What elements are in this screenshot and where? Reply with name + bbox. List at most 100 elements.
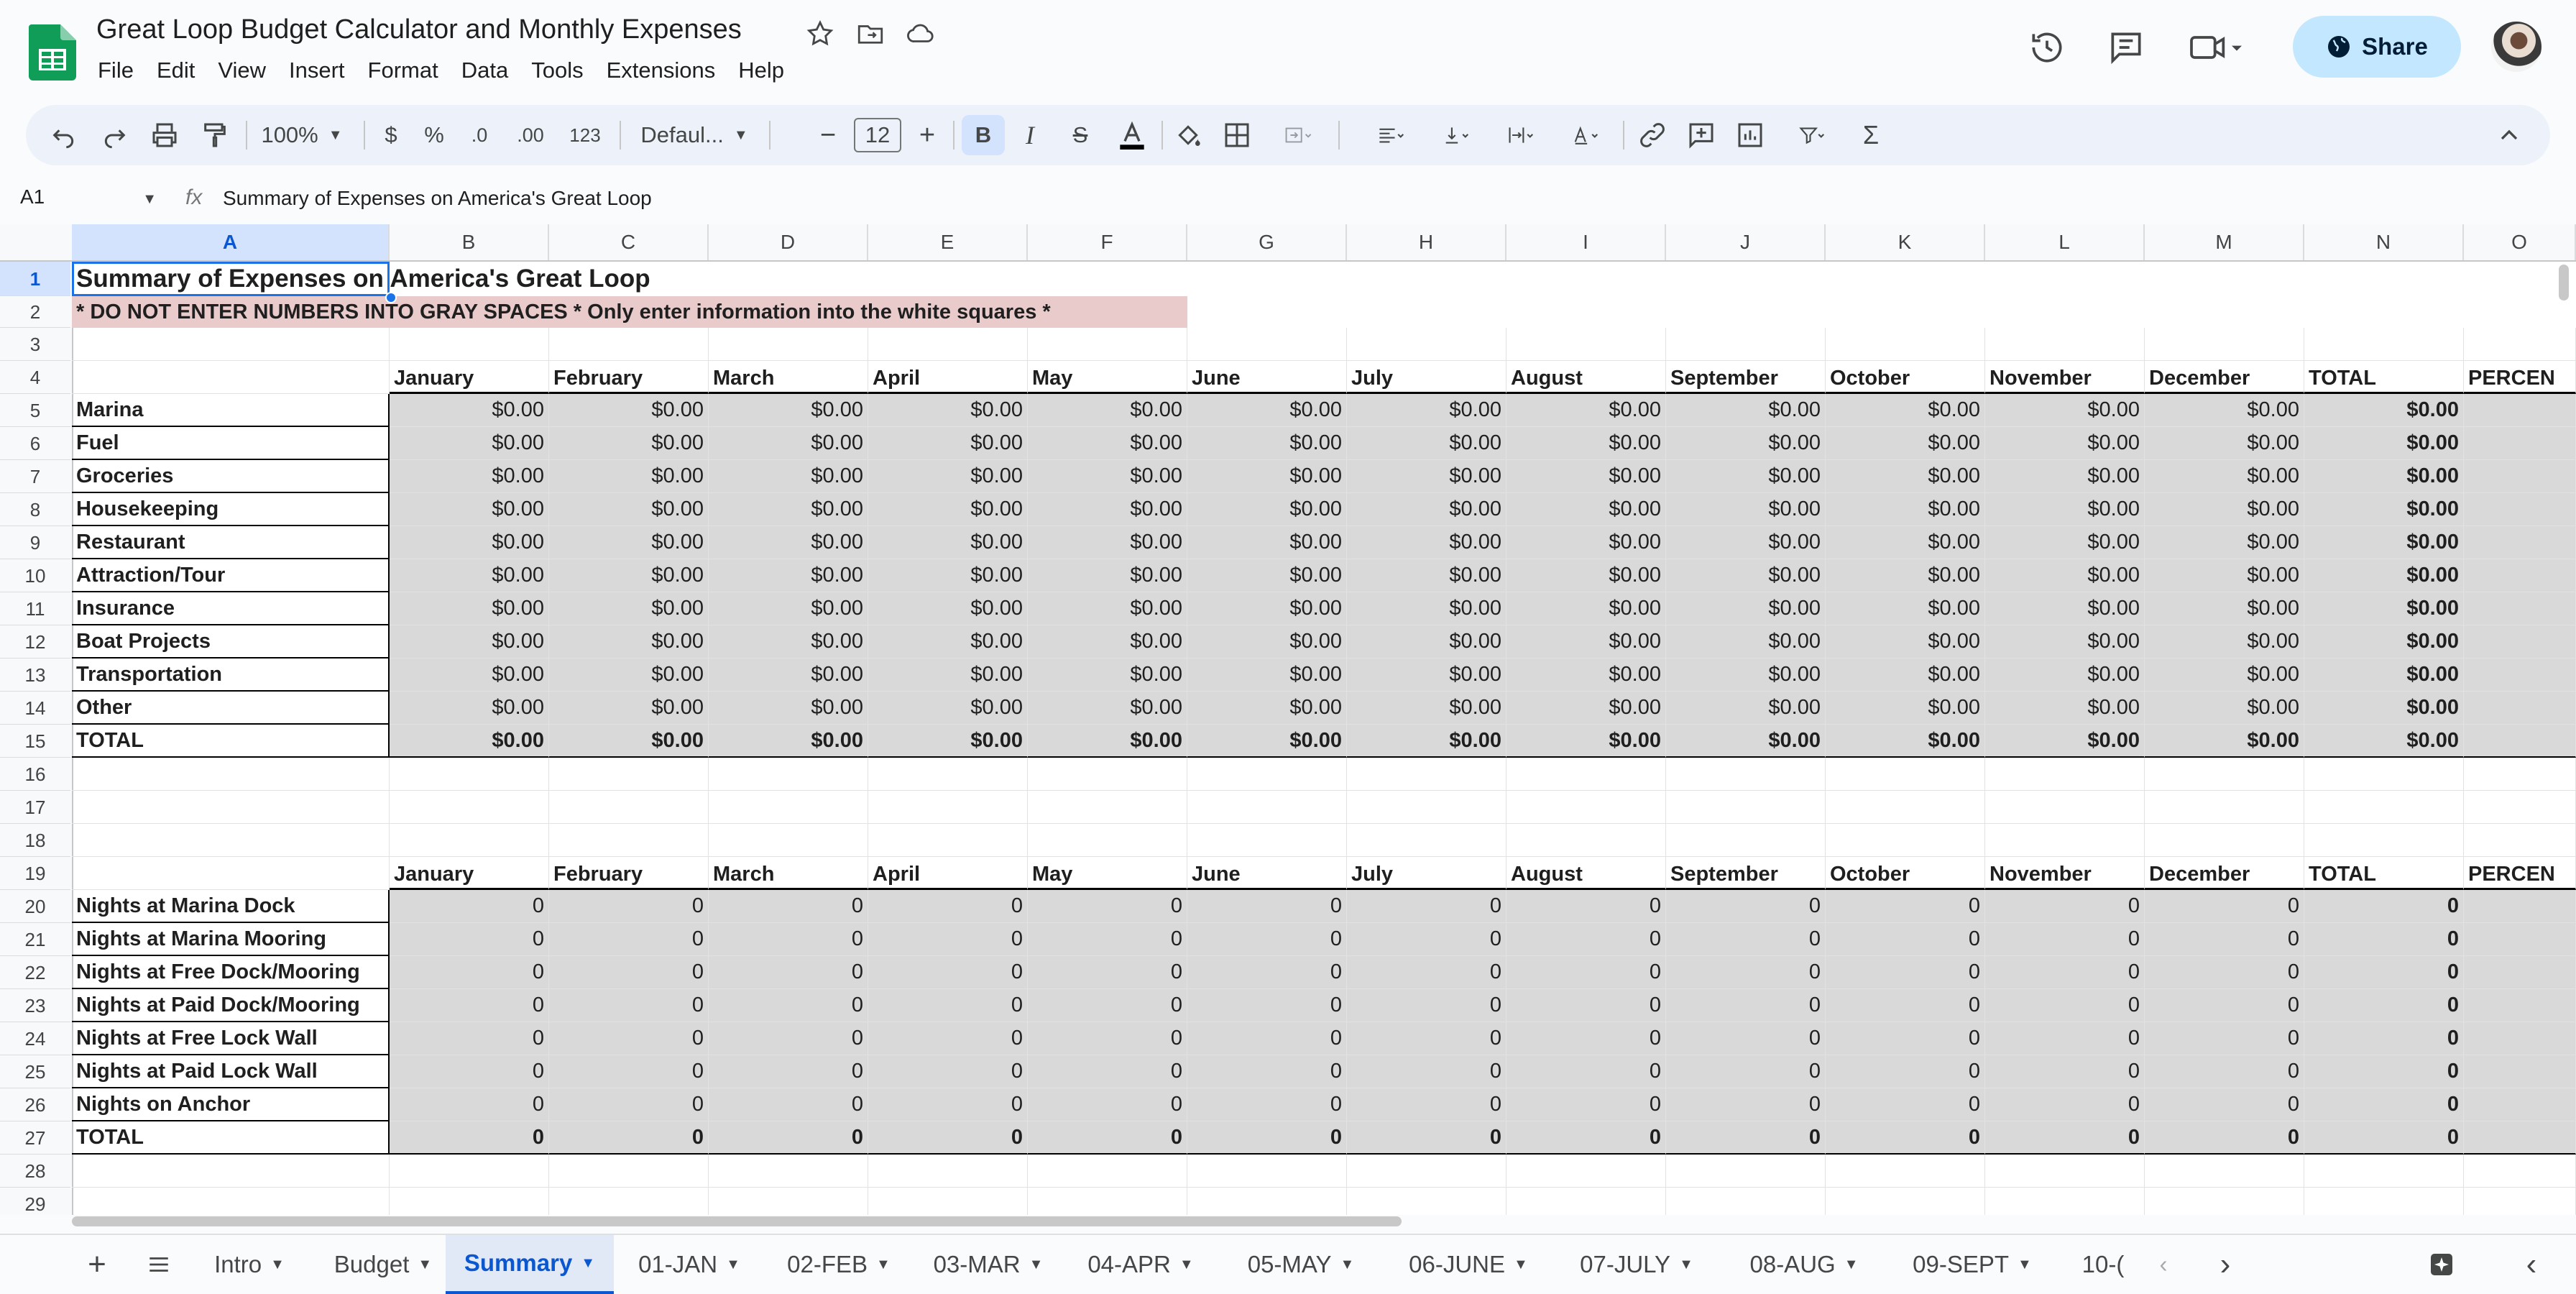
column-header-a[interactable]: A: [72, 224, 390, 260]
value-cell[interactable]: $0.00: [2145, 460, 2304, 493]
value-cell[interactable]: $0.00: [868, 625, 1028, 659]
account-avatar[interactable]: [2491, 22, 2542, 72]
column-header-i[interactable]: I: [1506, 224, 1666, 260]
value-cell[interactable]: $0.00: [1666, 725, 1826, 758]
row-total-cell[interactable]: $0.00: [2304, 427, 2464, 460]
value-cell[interactable]: 0: [1985, 956, 2145, 989]
value-cell[interactable]: 0: [709, 923, 868, 956]
value-cell[interactable]: 0: [1187, 1088, 1347, 1121]
value-cell[interactable]: $0.00: [1028, 692, 1187, 725]
value-cell[interactable]: 0: [868, 923, 1028, 956]
value-cell[interactable]: $0.00: [1826, 427, 1985, 460]
cell[interactable]: [1347, 328, 1506, 361]
text-wrapping-icon[interactable]: [1496, 105, 1547, 165]
percent-cell[interactable]: [2464, 493, 2576, 526]
cell[interactable]: [2464, 824, 2576, 857]
row-header[interactable]: 20: [0, 890, 70, 923]
row-header[interactable]: 6: [0, 427, 70, 460]
row-total-cell[interactable]: $0.00: [2304, 460, 2464, 493]
value-cell[interactable]: $0.00: [868, 394, 1028, 427]
row-total-cell[interactable]: $0.00: [2304, 659, 2464, 692]
cell[interactable]: [1187, 1188, 1347, 1215]
value-cell[interactable]: $0.00: [1187, 460, 1347, 493]
value-cell[interactable]: $0.00: [1347, 592, 1506, 625]
month-header[interactable]: TOTAL: [2304, 361, 2464, 394]
print-icon[interactable]: [148, 105, 181, 165]
row-header[interactable]: 5: [0, 394, 70, 427]
cell[interactable]: [72, 1155, 390, 1188]
month-header[interactable]: October: [1826, 857, 1985, 890]
value-cell[interactable]: $0.00: [390, 625, 549, 659]
value-cell[interactable]: $0.00: [709, 592, 868, 625]
value-cell[interactable]: $0.00: [1666, 692, 1826, 725]
value-cell[interactable]: $0.00: [1028, 394, 1187, 427]
value-cell[interactable]: 0: [1187, 989, 1347, 1022]
value-cell[interactable]: $0.00: [1506, 692, 1666, 725]
value-cell[interactable]: 0: [709, 1088, 868, 1121]
cell[interactable]: [1985, 1155, 2145, 1188]
value-cell[interactable]: $0.00: [1028, 427, 1187, 460]
value-cell[interactable]: 0: [2145, 890, 2304, 923]
cell[interactable]: [1028, 791, 1187, 824]
value-cell[interactable]: $0.00: [1506, 493, 1666, 526]
cell[interactable]: [2464, 1155, 2576, 1188]
cell[interactable]: [1666, 1155, 1826, 1188]
cell[interactable]: [549, 824, 709, 857]
value-cell[interactable]: 0: [390, 1088, 549, 1121]
value-cell[interactable]: 0: [1028, 1088, 1187, 1121]
value-cell[interactable]: $0.00: [2145, 692, 2304, 725]
cell[interactable]: [1187, 791, 1347, 824]
row-label[interactable]: TOTAL: [72, 1121, 390, 1155]
month-header[interactable]: December: [2145, 857, 2304, 890]
value-cell[interactable]: 0: [1028, 923, 1187, 956]
scroll-tabs-left-icon[interactable]: ‹: [2149, 1235, 2178, 1294]
value-cell[interactable]: 0: [549, 890, 709, 923]
percent-cell[interactable]: [2464, 394, 2576, 427]
month-header[interactable]: May: [1028, 361, 1187, 394]
tab-menu-caret-icon[interactable]: ▼: [1340, 1257, 1354, 1273]
filter-icon[interactable]: [1784, 105, 1841, 165]
cell[interactable]: [1506, 328, 1666, 361]
cell[interactable]: [2304, 824, 2464, 857]
cell[interactable]: [1028, 824, 1187, 857]
value-cell[interactable]: $0.00: [868, 493, 1028, 526]
percent-cell[interactable]: [2464, 526, 2576, 559]
percent-cell[interactable]: [2464, 659, 2576, 692]
column-header-d[interactable]: D: [709, 224, 868, 260]
month-header[interactable]: February: [549, 857, 709, 890]
value-cell[interactable]: $0.00: [1826, 725, 1985, 758]
column-header-k[interactable]: K: [1826, 224, 1985, 260]
value-cell[interactable]: 0: [868, 1022, 1028, 1055]
value-cell[interactable]: 0: [1187, 1121, 1347, 1155]
value-cell[interactable]: 0: [868, 1121, 1028, 1155]
percent-cell[interactable]: [2464, 1022, 2576, 1055]
value-cell[interactable]: 0: [390, 1022, 549, 1055]
row-label[interactable]: Nights on Anchor: [72, 1088, 390, 1121]
month-header[interactable]: September: [1666, 857, 1826, 890]
value-cell[interactable]: 0: [1666, 989, 1826, 1022]
column-header-m[interactable]: M: [2145, 224, 2304, 260]
value-cell[interactable]: $0.00: [1347, 493, 1506, 526]
value-cell[interactable]: $0.00: [549, 559, 709, 592]
cell[interactable]: [1028, 758, 1187, 791]
value-cell[interactable]: 0: [1506, 1088, 1666, 1121]
cell[interactable]: [2145, 328, 2304, 361]
value-cell[interactable]: $0.00: [1506, 659, 1666, 692]
value-cell[interactable]: $0.00: [1985, 493, 2145, 526]
column-header-f[interactable]: F: [1028, 224, 1187, 260]
month-header[interactable]: June: [1187, 361, 1347, 394]
row-header[interactable]: 21: [0, 923, 70, 956]
cell[interactable]: [72, 1188, 390, 1215]
cell[interactable]: [72, 824, 390, 857]
cell[interactable]: [1187, 1155, 1347, 1188]
value-cell[interactable]: 0: [1506, 1022, 1666, 1055]
insert-comment-icon[interactable]: [1685, 105, 1718, 165]
value-cell[interactable]: $0.00: [390, 559, 549, 592]
version-history-icon[interactable]: [2027, 27, 2067, 68]
value-cell[interactable]: $0.00: [390, 692, 549, 725]
row-total-cell[interactable]: 0: [2304, 890, 2464, 923]
column-header-j[interactable]: J: [1666, 224, 1826, 260]
value-cell[interactable]: 0: [1506, 989, 1666, 1022]
value-cell[interactable]: 0: [1347, 923, 1506, 956]
value-cell[interactable]: 0: [1028, 1055, 1187, 1088]
